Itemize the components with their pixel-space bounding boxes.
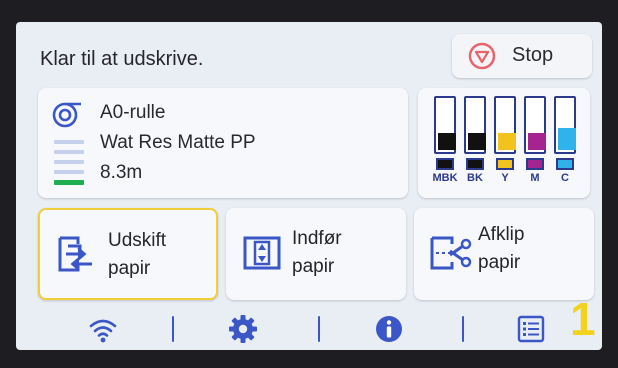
ink-code: BK	[467, 172, 483, 184]
ink-code: M	[530, 172, 540, 184]
feed-paper-icon	[243, 236, 281, 270]
replace-paper-label-line2: papir	[108, 258, 151, 279]
printer-bezel: Klar til at udskrive. Stop A0-rulle Wat …	[0, 0, 618, 368]
wifi-icon[interactable]	[88, 314, 118, 344]
cut-paper-button[interactable]: Afklip papir	[414, 208, 594, 300]
stop-label: Stop	[512, 44, 554, 66]
cut-paper-label-line1: Afklip	[478, 224, 525, 245]
settings-gear-icon[interactable]	[228, 314, 258, 344]
job-list-icon[interactable]	[516, 314, 546, 344]
media-remaining: 8.3m	[100, 162, 143, 183]
touch-screen: Klar til at udskrive. Stop A0-rulle Wat …	[16, 22, 602, 350]
ink-code: C	[561, 172, 569, 184]
media-type: A0-rulle	[100, 102, 166, 123]
toolbar-divider	[462, 316, 464, 342]
ink-code: MBK	[432, 172, 458, 184]
cut-paper-icon	[430, 236, 472, 270]
status-message: Klar til at udskrive.	[40, 48, 204, 70]
feed-paper-button[interactable]: Indfør papir	[226, 208, 406, 300]
paper-remaining-bars-icon	[54, 140, 84, 185]
ink-code: Y	[501, 172, 509, 184]
stop-button[interactable]: Stop	[452, 34, 592, 78]
toolbar-divider	[318, 316, 320, 342]
media-name: Wat Res Matte PP	[100, 132, 256, 153]
cut-paper-label-line2: papir	[478, 252, 521, 273]
feed-paper-label-line2: papir	[292, 256, 335, 277]
media-info-panel[interactable]: A0-rulle Wat Res Matte PP 8.3m	[38, 88, 408, 198]
stop-icon	[468, 42, 496, 70]
bottom-toolbar	[16, 308, 602, 350]
ink-levels-panel[interactable]: MBK BK Y M C	[418, 88, 590, 198]
feed-paper-label-line1: Indfør	[292, 228, 342, 249]
replace-paper-icon	[58, 236, 92, 272]
roll-paper-icon	[52, 102, 81, 128]
info-icon[interactable]	[374, 314, 404, 344]
replace-paper-label-line1: Udskift	[108, 230, 167, 251]
replace-paper-button[interactable]: Udskift papir	[38, 208, 218, 300]
annotation-number: 1	[570, 293, 596, 345]
toolbar-divider	[172, 316, 174, 342]
